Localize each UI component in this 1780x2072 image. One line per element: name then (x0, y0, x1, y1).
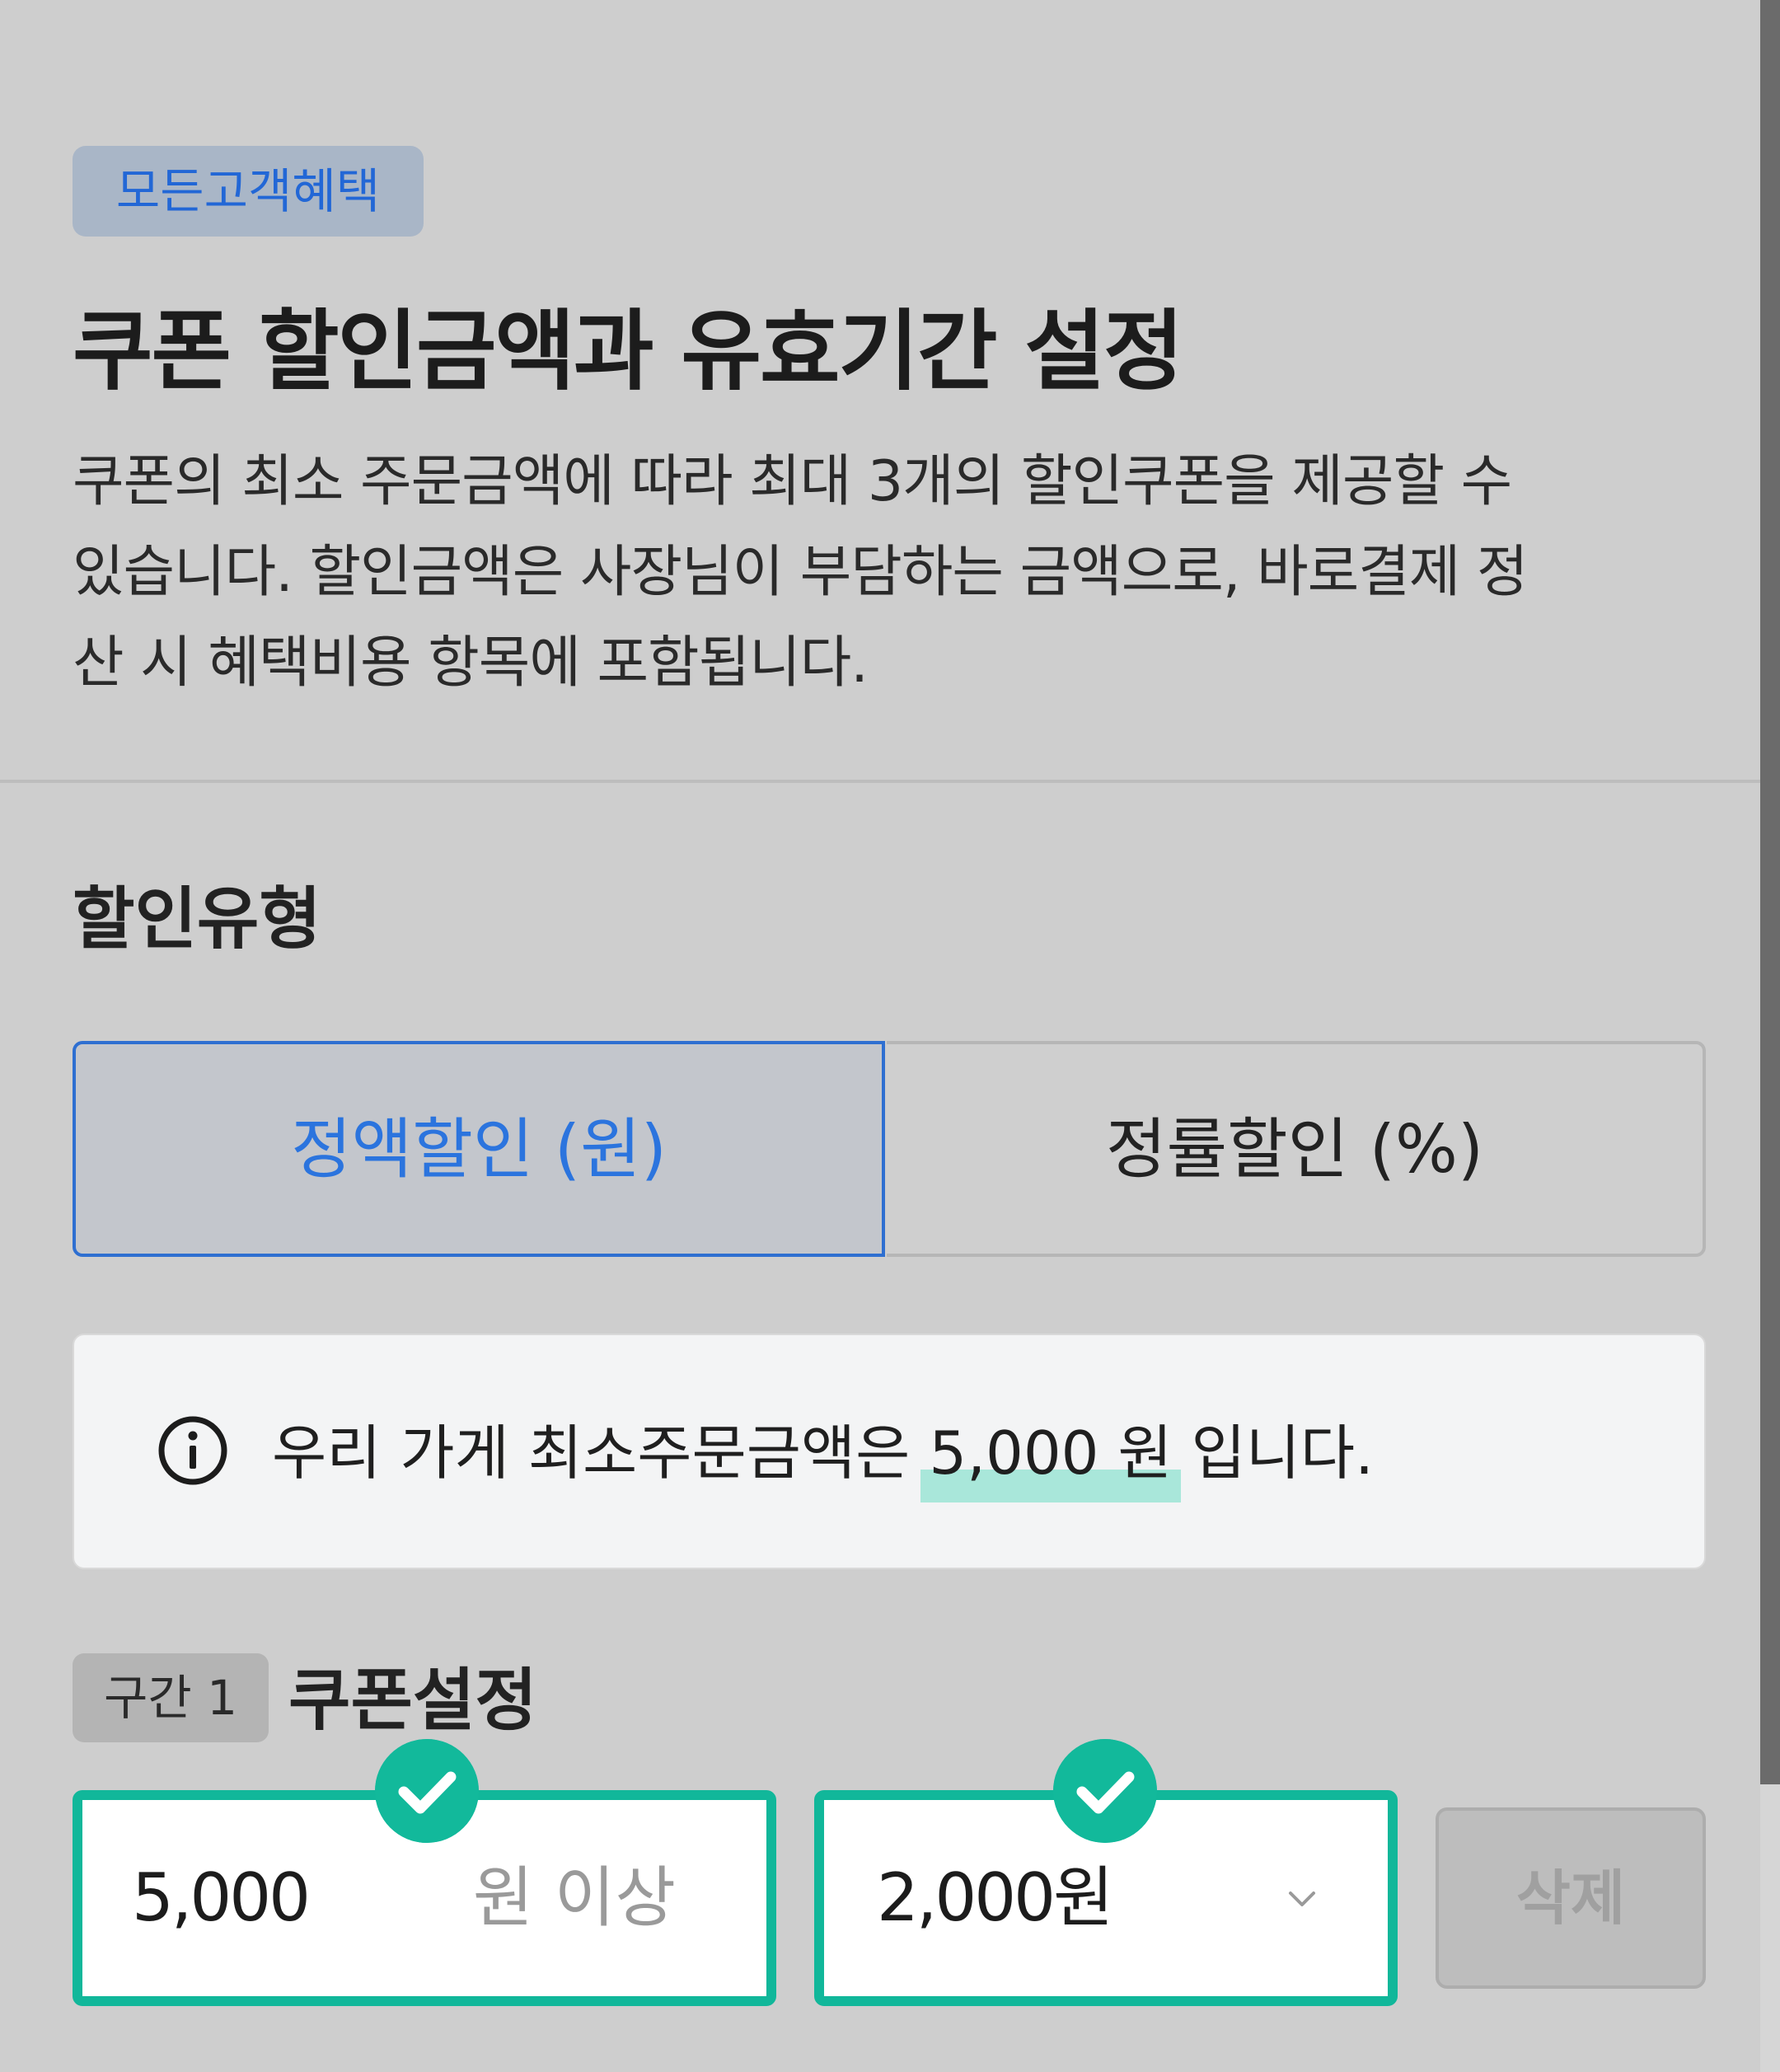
min-order-amount-highlight: 5,000 원 (929, 1418, 1173, 1488)
info-text-before: 우리 가게 최소주문금액은 (272, 1418, 930, 1488)
tier-chip: 구간 1 (73, 1653, 269, 1742)
section-divider (0, 780, 1760, 783)
description-line: 산 시 혜택비용 항목에 포함됩니다. (73, 631, 869, 696)
min-order-info-text: 우리 가게 최소주문금액은 5,000 원 입니다. (272, 1404, 1374, 1491)
info-text-after: 입니다. (1172, 1418, 1375, 1488)
description-line: 있습니다. 할인금액은 사장님이 부담하는 금액으로, 바로결제 정 (73, 540, 1528, 605)
percentage-discount-option[interactable]: 정률할인 (%) (887, 1041, 1706, 1257)
benefit-badge: 모든고객혜택 (73, 146, 424, 237)
min-order-info-box: 우리 가게 최소주문금액은 5,000 원 입니다. (73, 1334, 1706, 1569)
min-order-suffix: 원 이상 (472, 1859, 676, 1936)
discount-type-label: 할인유형 (73, 880, 321, 959)
scrollbar-track (1760, 1784, 1780, 2072)
description-line: 쿠폰의 최소 주문금액에 따라 최대 3개의 할인쿠폰을 제공할 수 (73, 449, 1512, 514)
scrollbar-thumb[interactable] (1760, 0, 1780, 1784)
info-icon (158, 1416, 227, 1485)
checkmark-icon (1053, 1739, 1157, 1843)
delete-tier-button[interactable]: 삭제 (1436, 1807, 1706, 1989)
page-title: 쿠폰 할인금액과 유효기간 설정 (73, 301, 1183, 402)
checkmark-icon (375, 1739, 479, 1843)
chevron-down-icon (1289, 1892, 1315, 1906)
tier-title: 쿠폰설정 (288, 1662, 537, 1740)
fixed-amount-discount-option[interactable]: 정액할인 (원) (73, 1041, 885, 1257)
page-description: 쿠폰의 최소 주문금액에 따라 최대 3개의 할인쿠폰을 제공할 수 있습니다.… (73, 437, 1688, 709)
min-order-value: 5,000 (132, 1859, 311, 1936)
